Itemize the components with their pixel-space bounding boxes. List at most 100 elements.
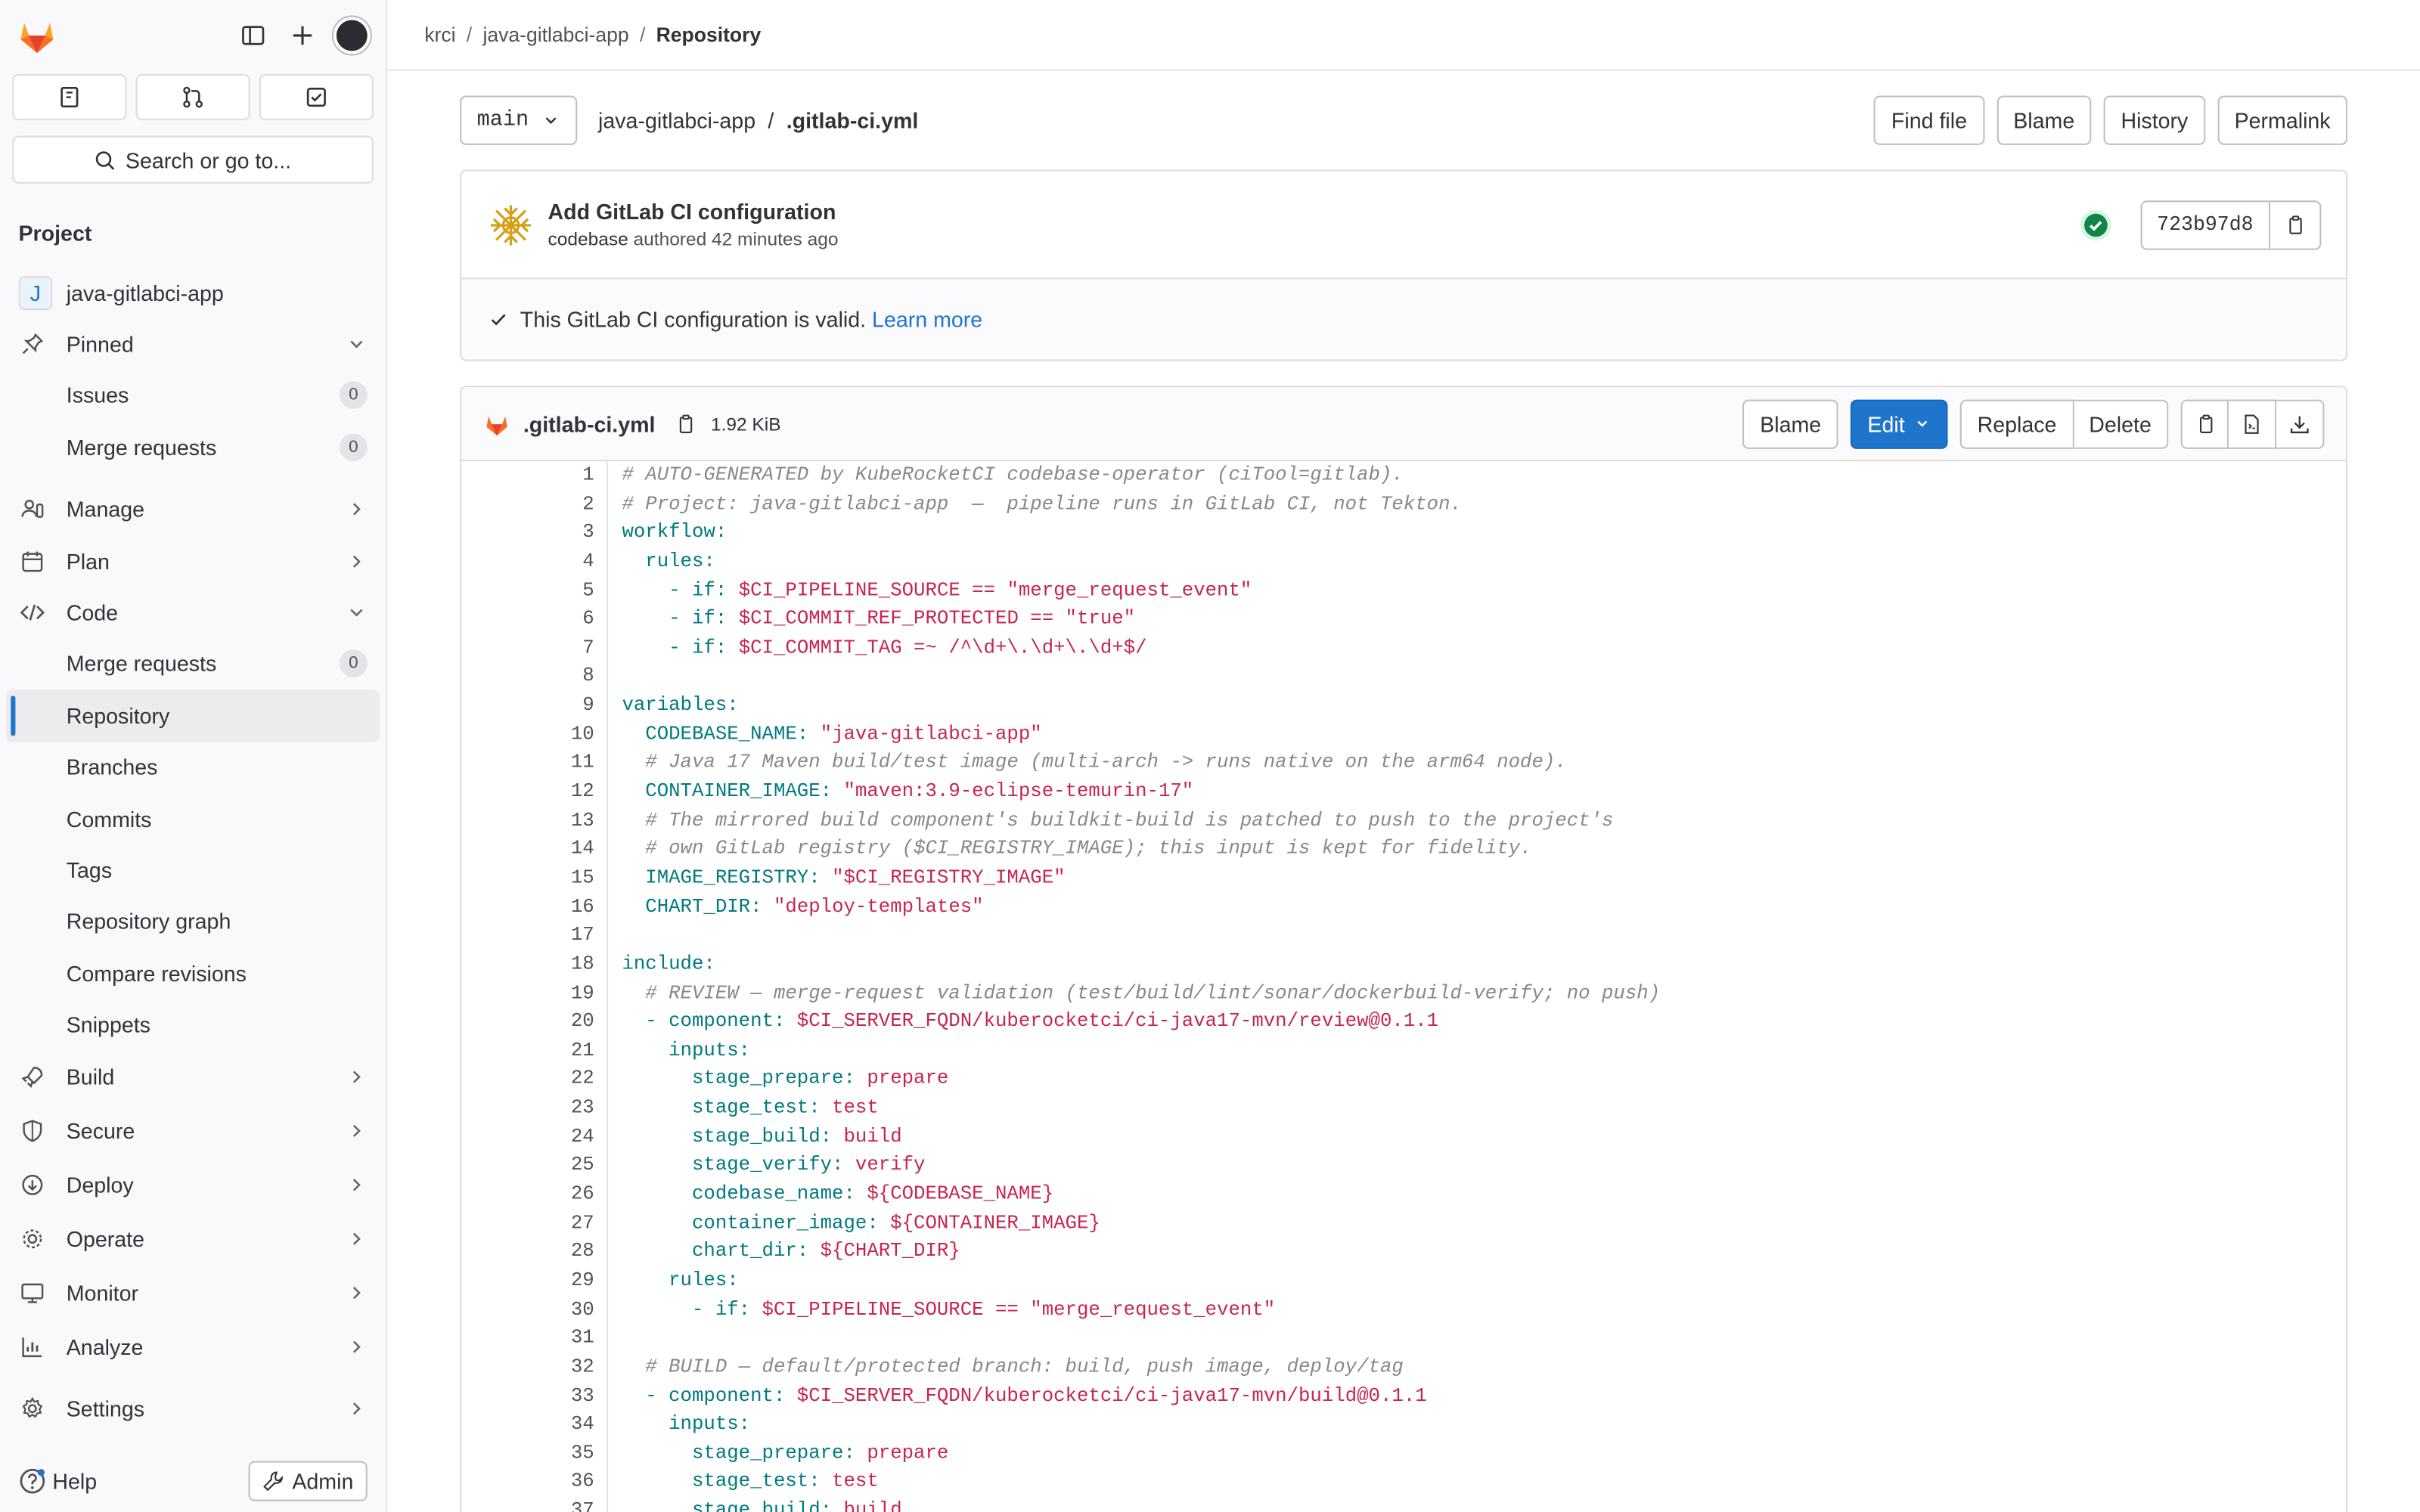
line-number[interactable]: 9 (461, 692, 594, 720)
line-number[interactable]: 2 (461, 490, 594, 519)
pinned-toggle[interactable]: Pinned (0, 318, 386, 370)
breadcrumb-item[interactable]: java-gitlabci-app (482, 23, 628, 47)
collapse-sidebar-icon[interactable] (228, 11, 278, 60)
breadcrumb-item[interactable]: krci (424, 23, 455, 47)
path-project-link[interactable]: java-gitlabci-app (598, 108, 755, 133)
code-line: # own GitLab registry ($CI_REGISTRY_IMAG… (622, 838, 1532, 860)
sidebar-item-code[interactable]: Code (0, 587, 386, 638)
line-number[interactable]: 35 (461, 1439, 594, 1468)
sidebar-item-merge-requests[interactable]: Merge requests 0 (0, 421, 386, 472)
line-number[interactable]: 36 (461, 1468, 594, 1497)
download-button[interactable] (2276, 398, 2325, 448)
line-number[interactable]: 26 (461, 1180, 594, 1209)
line-number[interactable]: 15 (461, 864, 594, 893)
code-line: inputs: (622, 1040, 751, 1061)
line-number[interactable]: 17 (461, 922, 594, 950)
line-number[interactable]: 22 (461, 1065, 594, 1094)
copy-path-icon[interactable] (674, 413, 696, 435)
plus-icon[interactable] (278, 11, 327, 60)
search-button[interactable]: Search or go to... (12, 135, 374, 184)
line-number[interactable]: 11 (461, 749, 594, 778)
gitlab-logo-icon[interactable] (15, 14, 58, 57)
line-number[interactable]: 30 (461, 1295, 594, 1324)
commit-sha[interactable]: 723b97d8 (2142, 201, 2271, 248)
line-number[interactable]: 19 (461, 979, 594, 1008)
todo-icon[interactable] (259, 73, 374, 121)
pipeline-passed-icon[interactable] (2078, 207, 2112, 241)
line-number[interactable]: 10 (461, 720, 594, 749)
sidebar-item-settings[interactable]: Settings (0, 1382, 386, 1436)
find-file-button[interactable]: Find file (1874, 95, 1984, 145)
branch-selector[interactable]: main (460, 95, 577, 145)
sidebar-item-tags[interactable]: Tags (0, 844, 386, 896)
edit-button[interactable]: Edit (1850, 398, 1948, 448)
sidebar-item-secure[interactable]: Secure (0, 1105, 386, 1158)
permalink-button[interactable]: Permalink (2217, 95, 2348, 145)
line-number[interactable]: 12 (461, 778, 594, 807)
sidebar-item-label: Code (66, 600, 119, 625)
learn-more-link[interactable]: Learn more (872, 307, 982, 332)
line-number[interactable]: 13 (461, 807, 594, 835)
admin-button[interactable]: Admin (249, 1461, 368, 1501)
sidebar-item-build[interactable]: Build (0, 1050, 386, 1104)
line-number[interactable]: 18 (461, 950, 594, 979)
line-number[interactable]: 33 (461, 1382, 594, 1411)
line-number[interactable]: 20 (461, 1008, 594, 1036)
sidebar-item-operate[interactable]: Operate (0, 1213, 386, 1266)
user-avatar[interactable] (333, 17, 371, 54)
line-number[interactable]: 3 (461, 519, 594, 547)
line-number[interactable]: 5 (461, 576, 594, 605)
sidebar-item-repository-graph[interactable]: Repository graph (0, 896, 386, 947)
line-number[interactable]: 1 (461, 461, 594, 490)
commit-author[interactable]: codebase (548, 228, 628, 250)
project-link[interactable]: J java-gitlabci-app (0, 267, 386, 318)
line-number[interactable]: 23 (461, 1094, 594, 1123)
sidebar-item-manage[interactable]: Manage (0, 484, 386, 535)
replace-button[interactable]: Replace (1960, 398, 2074, 448)
blame-button[interactable]: Blame (1996, 95, 2092, 145)
line-number[interactable]: 16 (461, 893, 594, 922)
sidebar-item-code-merge-requests[interactable]: Merge requests 0 (0, 638, 386, 689)
line-number[interactable]: 32 (461, 1352, 594, 1381)
sidebar-item-analyze[interactable]: Analyze (0, 1321, 386, 1374)
line-number[interactable]: 6 (461, 605, 594, 634)
chevron-right-icon (352, 503, 361, 516)
copy-sha-button[interactable] (2270, 201, 2319, 247)
sidebar-item-monitor[interactable]: Monitor (0, 1266, 386, 1320)
line-number[interactable]: 28 (461, 1238, 594, 1266)
sidebar-item-commits[interactable]: Commits (0, 793, 386, 844)
open-raw-button[interactable] (2228, 398, 2277, 448)
copy-contents-button[interactable] (2180, 398, 2229, 448)
file-blame-button[interactable]: Blame (1742, 398, 1838, 448)
code-line: CONTAINER_IMAGE: "maven:3.9-eclipse-temu… (622, 780, 1194, 803)
commit-title[interactable]: Add GitLab CI configuration (548, 199, 838, 224)
sidebar-item-snippets[interactable]: Snippets (0, 999, 386, 1050)
line-number[interactable]: 4 (461, 547, 594, 576)
line-number[interactable]: 7 (461, 634, 594, 662)
line-number[interactable]: 29 (461, 1266, 594, 1295)
code-line: # Java 17 Maven build/test image (multi-… (622, 751, 1567, 774)
sidebar-item-issues[interactable]: Issues 0 (0, 370, 386, 421)
history-button[interactable]: History (2103, 95, 2205, 145)
breadcrumb-current[interactable]: Repository (656, 23, 762, 47)
help-button[interactable]: Help (18, 1467, 249, 1495)
sidebar-item-compare-revisions[interactable]: Compare revisions (0, 947, 386, 999)
sidebar-item-branches[interactable]: Branches (0, 742, 386, 793)
sidebar-item-deploy[interactable]: Deploy (0, 1158, 386, 1212)
line-number[interactable]: 14 (461, 835, 594, 864)
merge-requests-icon[interactable] (135, 73, 250, 121)
delete-button[interactable]: Delete (2073, 398, 2169, 448)
line-number[interactable]: 8 (461, 662, 594, 691)
line-number[interactable]: 21 (461, 1036, 594, 1065)
line-number[interactable]: 34 (461, 1411, 594, 1439)
author-avatar[interactable] (486, 200, 535, 249)
line-number[interactable]: 27 (461, 1209, 594, 1238)
line-number[interactable]: 31 (461, 1324, 594, 1352)
line-number[interactable]: 25 (461, 1151, 594, 1180)
sidebar-item-plan[interactable]: Plan (0, 535, 386, 587)
code-line: stage_test: test (622, 1097, 879, 1119)
sidebar-item-repository[interactable]: Repository (6, 689, 380, 742)
assigned-issues-icon[interactable] (12, 73, 127, 121)
line-number[interactable]: 24 (461, 1123, 594, 1151)
line-number[interactable]: 37 (461, 1497, 594, 1512)
